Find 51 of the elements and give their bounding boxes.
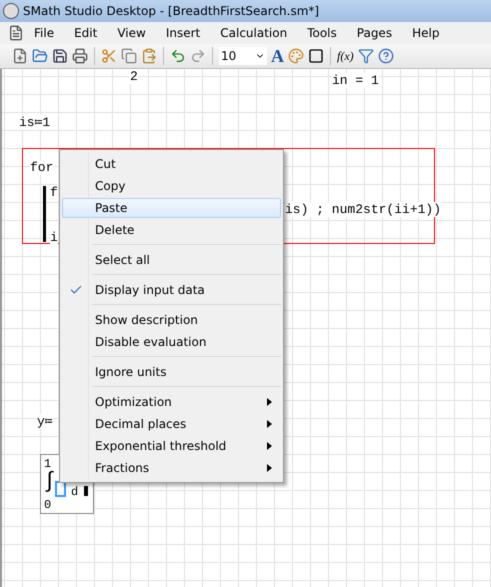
undo-icon[interactable]	[170, 48, 186, 64]
menu-item[interactable]: Pages	[346, 26, 402, 40]
submenu-arrow-icon	[267, 420, 272, 428]
menu-item[interactable]: Paste	[62, 198, 281, 218]
menu-item[interactable]: Copy	[62, 176, 281, 196]
submenu-arrow-icon	[267, 398, 272, 406]
font-color-button[interactable]: A	[271, 46, 284, 66]
open-folder-icon[interactable]	[32, 48, 48, 64]
paste-icon[interactable]	[141, 48, 157, 64]
copy-icon[interactable]	[121, 48, 137, 64]
document-icon[interactable]	[8, 25, 24, 41]
math-expression: y≔	[37, 414, 53, 429]
menu-item[interactable]: File	[24, 26, 64, 40]
window-title: SMath Studio Desktop - [BreadthFirstSearch.sm*]	[23, 4, 320, 18]
menu-item[interactable]: Show description	[62, 310, 281, 330]
menu-item[interactable]: Insert	[156, 26, 210, 40]
save-icon[interactable]	[52, 48, 68, 64]
app-logo-icon	[3, 3, 19, 19]
menu-item[interactable]: Optimization	[62, 392, 281, 412]
menu-item[interactable]: Calculation	[210, 26, 298, 40]
function-button[interactable]: f(x)	[337, 48, 354, 64]
new-file-icon[interactable]	[12, 48, 28, 64]
math-expression: i	[50, 230, 58, 245]
menu-item[interactable]: Help	[402, 26, 450, 40]
submenu-arrow-icon	[267, 442, 272, 450]
math-expression: in = 1	[332, 73, 379, 88]
menu-item[interactable]: Tools	[297, 26, 347, 40]
font-size-dropdown[interactable]: 10	[219, 47, 267, 65]
border-icon[interactable]	[308, 48, 324, 64]
math-expression: is) ; num2str(ii+1))	[285, 202, 442, 217]
menu-item[interactable]: Ignore units	[62, 362, 281, 382]
menu-item[interactable]: Decimal places	[62, 414, 281, 434]
math-expression: for	[30, 160, 54, 175]
filter-icon[interactable]	[358, 48, 374, 64]
menu-item[interactable]: Edit	[64, 26, 108, 40]
worksheet-canvas[interactable]	[0, 69, 491, 587]
printer-icon[interactable]	[72, 48, 88, 64]
menu-item[interactable]: Cut	[62, 154, 281, 174]
block-bar	[43, 186, 46, 242]
redo-icon[interactable]	[190, 48, 206, 64]
math-expression: 2	[130, 69, 138, 84]
menu-item[interactable]: Select all	[62, 250, 281, 270]
scissors-icon[interactable]	[101, 48, 117, 64]
menu-item[interactable]: Delete	[62, 220, 281, 240]
menu-item[interactable]: View	[107, 26, 156, 40]
menu-item[interactable]: Disable evaluation	[62, 332, 281, 352]
math-expression: is≔1	[19, 115, 50, 130]
menu-item[interactable]: Exponential threshold	[62, 436, 281, 456]
menu-item[interactable]: Display input data	[62, 280, 281, 300]
help-icon[interactable]	[378, 48, 394, 64]
submenu-arrow-icon	[267, 464, 272, 472]
